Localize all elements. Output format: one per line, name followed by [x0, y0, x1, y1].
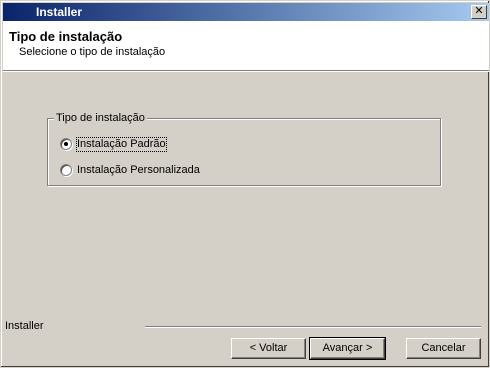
install-type-groupbox: Tipo de instalação Instalação Padrão Ins…	[47, 111, 441, 186]
header-divider	[3, 70, 489, 72]
title-bar[interactable]: Installer ✕	[3, 3, 489, 21]
header-panel: Tipo de instalação Selecione o tipo de i…	[3, 21, 489, 70]
close-icon: ✕	[474, 5, 484, 17]
cancel-button[interactable]: Cancelar	[406, 338, 481, 359]
page-subtitle: Selecione o tipo de instalação	[19, 46, 166, 58]
radio-label-custom[interactable]: Instalação Personalizada	[77, 164, 200, 177]
groupbox-label: Tipo de instalação	[54, 111, 147, 125]
window-title: Installer	[36, 5, 83, 19]
radio-option-custom[interactable]: Instalação Personalizada	[60, 163, 200, 177]
radio-button-custom[interactable]	[60, 164, 72, 176]
close-button[interactable]: ✕	[471, 5, 487, 19]
radio-button-standard[interactable]	[60, 138, 72, 150]
next-button[interactable]: Avançar >	[309, 337, 386, 360]
footer-brand-label: Installer	[5, 320, 44, 332]
installer-window: Installer ✕ Tipo de instalação Selecione…	[0, 0, 490, 368]
radio-label-standard[interactable]: Instalação Padrão	[76, 136, 167, 152]
page-title: Tipo de instalação	[9, 29, 123, 44]
back-button[interactable]: < Voltar	[231, 338, 306, 359]
radio-option-standard[interactable]: Instalação Padrão	[60, 136, 167, 152]
footer-divider	[145, 326, 481, 328]
